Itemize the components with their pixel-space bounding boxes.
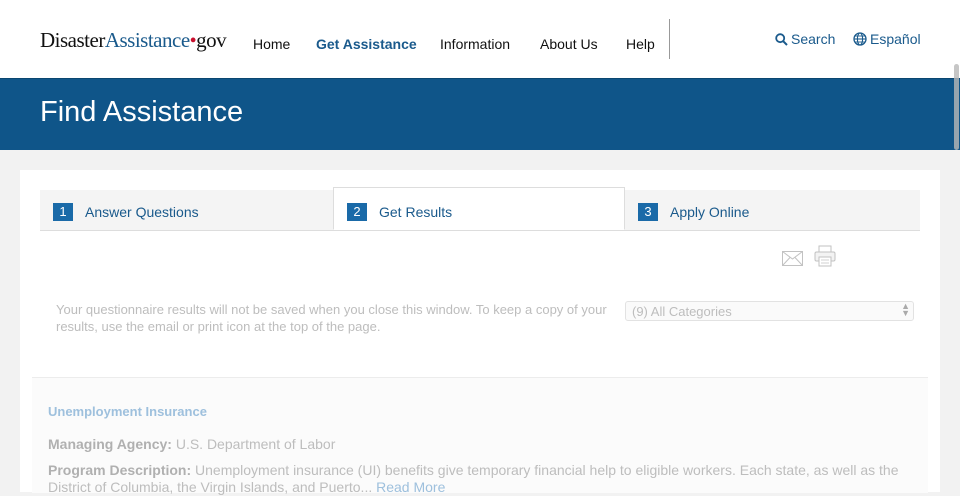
nav-home[interactable]: Home [253,36,290,52]
step-number: 1 [53,203,73,221]
language-link[interactable]: Español [853,31,921,47]
nav-divider [669,19,670,59]
logo-part-2: Assistance [104,28,190,52]
nav-about-us[interactable]: About Us [540,36,598,52]
managing-agency-row: Managing Agency: U.S. Department of Labo… [48,436,908,453]
print-icon[interactable] [814,245,836,272]
search-icon [775,31,791,47]
step-number: 3 [638,203,658,221]
results-panel: 1 Answer Questions 2 Get Results 3 Apply… [20,170,940,496]
result-item: Unemployment Insurance Managing Agency: … [32,377,928,496]
read-more-link[interactable]: Read More [376,479,445,495]
step-number: 2 [347,203,367,221]
search-label: Search [791,31,836,47]
step-label: Get Results [379,204,453,220]
logo-part-3: gov [196,28,227,52]
step-tabs: 1 Answer Questions 2 Get Results 3 Apply… [40,187,920,231]
scrollbar-thumb[interactable] [954,64,959,150]
step-label: Answer Questions [85,204,199,220]
select-arrows-icon: ▲ ▼ [901,301,910,318]
language-label: Español [870,31,921,47]
globe-icon [853,31,870,47]
logo-part-1: Disaster [40,28,105,52]
email-icon[interactable] [782,251,803,271]
site-logo[interactable]: DisasterAssistance•gov [40,28,227,53]
search-link[interactable]: Search [775,31,835,47]
agency-label: Managing Agency: [48,436,172,452]
step-label: Apply Online [670,204,750,220]
nav-information[interactable]: Information [440,36,510,52]
description-label: Program Description: [48,462,192,478]
category-select-value: (9) All Categories [632,304,732,319]
step-apply-online[interactable]: 3 Apply Online [625,190,920,230]
nav-get-assistance[interactable]: Get Assistance [316,36,417,52]
step-get-results[interactable]: 2 Get Results [333,187,625,230]
page-title: Find Assistance [40,96,244,128]
step-answer-questions[interactable]: 1 Answer Questions [40,190,333,230]
result-title[interactable]: Unemployment Insurance [48,404,207,419]
page-banner: Find Assistance [0,78,960,150]
results-notice: Your questionnaire results will not be s… [56,302,607,334]
program-description-row: Program Description: Unemployment insura… [48,462,908,496]
category-select[interactable]: (9) All Categories ▲ ▼ [625,301,914,321]
site-header: DisasterAssistance•gov Home Get Assistan… [0,0,960,78]
nav-help[interactable]: Help [626,36,655,52]
agency-value: U.S. Department of Labor [175,436,336,452]
